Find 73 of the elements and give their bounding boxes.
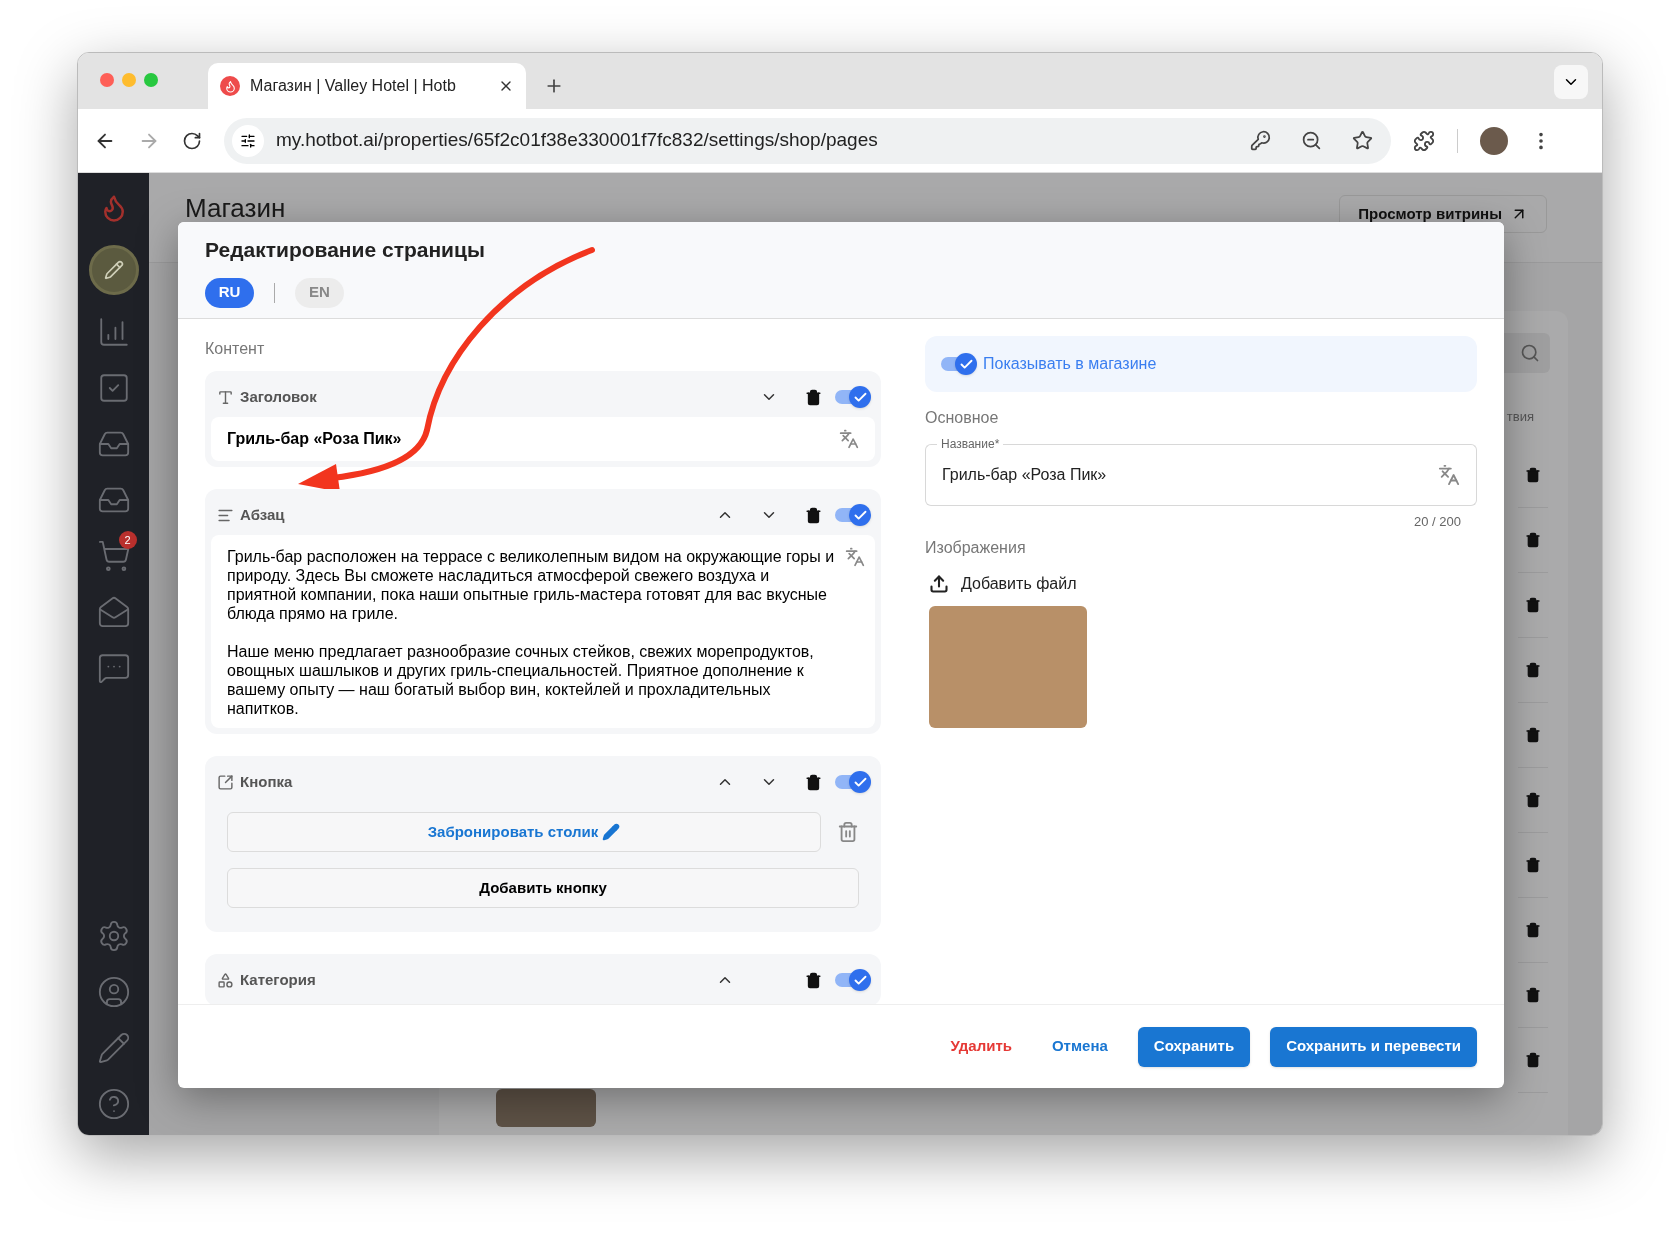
help-icon[interactable] — [96, 1087, 131, 1121]
flame-icon — [220, 76, 240, 96]
field-outline — [925, 444, 937, 452]
text-icon — [217, 388, 234, 406]
notification-badge: 2 — [118, 531, 137, 549]
trash-icon[interactable] — [1525, 1052, 1541, 1068]
trash-icon[interactable] — [1525, 857, 1541, 873]
toggle-switch[interactable] — [835, 504, 871, 526]
link-button[interactable]: Забронировать столик — [227, 812, 821, 852]
trash-icon[interactable] — [1525, 727, 1541, 743]
trash-icon[interactable] — [804, 773, 822, 791]
add-file-button[interactable]: Добавить файл — [925, 571, 1077, 596]
trash-icon[interactable] — [1525, 662, 1541, 678]
bookmark-star-icon[interactable] — [1352, 130, 1373, 151]
dialog-button[interactable]: Удалить — [940, 1026, 1022, 1067]
column-header: твия — [1506, 408, 1534, 426]
browser-tab[interactable]: Магазин | Valley Hotel | Hotb — [208, 63, 526, 109]
field-label: Название* — [940, 436, 1001, 452]
toggle-switch[interactable] — [835, 969, 871, 991]
key-icon[interactable] — [1250, 130, 1271, 151]
language-tab[interactable]: RU — [205, 277, 254, 308]
translate-icon[interactable] — [1438, 463, 1460, 486]
trash-icon[interactable] — [804, 506, 822, 524]
toggle-switch[interactable] — [835, 386, 871, 408]
trash-icon[interactable] — [1525, 792, 1541, 808]
trash-icon[interactable] — [1525, 922, 1541, 938]
upload-icon — [929, 573, 949, 594]
dialog-button[interactable]: Сохранить — [1137, 1026, 1251, 1067]
block-title: Абзац — [240, 504, 286, 525]
chat-icon[interactable] — [96, 651, 131, 685]
paragraph-text: Гриль-бар расположен на террасе с великолепным видом на окружающие горы и природу. Здесь Вы сможете насладиться атмосферой свежего воздуха и приятной компании, пока наши опытные гриль-мастера готовят для вас вкусные блюда прямо на гриле. — [227, 547, 836, 623]
mail-icon[interactable] — [96, 595, 131, 629]
dialog-button[interactable]: Отмена — [1041, 1026, 1118, 1067]
trash-icon[interactable] — [1525, 532, 1541, 548]
profile-avatar[interactable] — [1480, 126, 1508, 155]
pencil-icon — [602, 823, 621, 841]
reload-icon[interactable] — [182, 130, 202, 151]
block-title: Категория — [240, 969, 317, 990]
trash-icon[interactable] — [804, 388, 822, 406]
block-title: Кнопка — [240, 771, 294, 792]
dialog-title: Редактирование страницы — [205, 237, 486, 263]
address-bar[interactable]: my.hotbot.ai/properties/65f2c01f38e330001f7fc832/settings/shop/pages — [224, 117, 1391, 164]
shapes-icon — [217, 971, 234, 989]
toggle-switch[interactable] — [835, 771, 871, 793]
pencil-icon[interactable] — [96, 1031, 131, 1065]
trash-icon[interactable] — [1525, 597, 1541, 613]
extensions-icon[interactable] — [1413, 129, 1435, 152]
search-icon — [1520, 343, 1540, 363]
toggle-switch[interactable] — [941, 353, 977, 375]
add-button[interactable]: Добавить кнопку — [227, 868, 859, 908]
field-value: Гриль-бар «Роза Пик» — [942, 464, 1107, 485]
section-label: Изображения — [925, 537, 1027, 558]
character-counter: 20 / 200 — [1414, 513, 1461, 531]
user-icon[interactable] — [96, 975, 131, 1009]
toggle-label: Показывать в магазине — [983, 354, 1157, 374]
block-title: Заголовок — [240, 386, 318, 407]
section-label: Основное — [925, 408, 1000, 428]
section-label: Контент — [205, 339, 266, 359]
trash-icon[interactable] — [1525, 987, 1541, 1003]
site-settings-icon[interactable] — [232, 124, 264, 157]
zoom-out-icon[interactable] — [1301, 130, 1322, 151]
tab-title: Магазин | Valley Hotel | Hotb — [250, 76, 457, 96]
trash-icon[interactable] — [1525, 467, 1541, 483]
dialog-button[interactable]: Сохранить и перевести — [1270, 1026, 1477, 1067]
paragraph-text: Наше меню предлагает разнообразие сочных стейков, свежих морепродуктов, овощных шашлыков и других гриль-специальностей. Приятное дополнение к вашему опыту — наш богатый выбор вин, коктейлей и прохладительных напитков. — [227, 642, 815, 718]
paragraph-textarea[interactable] — [211, 535, 875, 728]
external-link-icon — [217, 773, 234, 791]
url-text: my.hotbot.ai/properties/65f2c01f38e330001f7fc832/settings/shop/pages — [276, 128, 879, 153]
page-title: Магазин — [185, 192, 286, 225]
translate-icon[interactable] — [839, 429, 859, 449]
translate-icon[interactable] — [845, 547, 865, 567]
trash-icon[interactable] — [804, 971, 822, 989]
heading-input[interactable]: Гриль-бар «Роза Пик» — [211, 417, 875, 461]
